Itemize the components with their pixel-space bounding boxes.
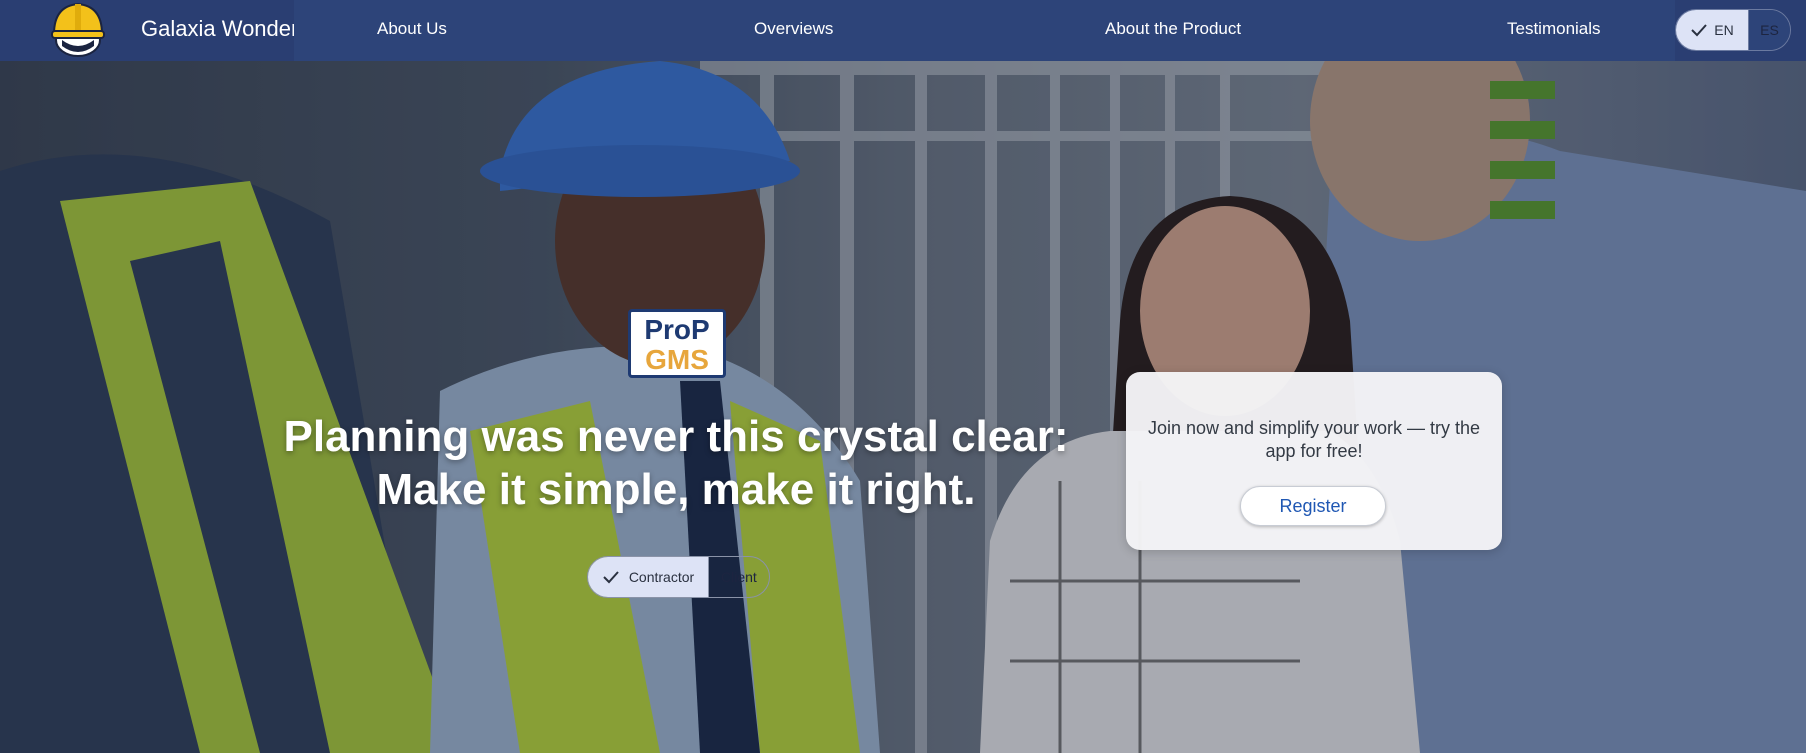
- top-navigation-bar: Galaxia Wonder About Us Overviews About …: [0, 0, 1806, 61]
- nav-link-testimonials[interactable]: Testimonials: [1507, 19, 1601, 39]
- nav-link-overviews[interactable]: Overviews: [754, 19, 833, 39]
- main-nav: About Us Overviews About the Product Tes…: [294, 0, 1675, 61]
- hero-overlay: [0, 61, 1806, 753]
- hero-headline-line1: Planning was never this crystal clear:: [283, 412, 1069, 461]
- hero-headline: Planning was never this crystal clear: M…: [276, 410, 1076, 516]
- language-option-es[interactable]: ES: [1749, 10, 1790, 50]
- role-toggle: Contractor Client: [587, 556, 770, 598]
- role-option-contractor-label: Contractor: [628, 569, 695, 585]
- language-option-es-label: ES: [1760, 22, 1779, 38]
- role-option-client[interactable]: Client: [709, 557, 769, 597]
- product-logo-line1: ProP: [644, 314, 710, 345]
- nav-link-about-the-product[interactable]: About the Product: [1105, 19, 1241, 39]
- product-logo-line2: GMS: [645, 344, 709, 375]
- role-option-contractor[interactable]: Contractor: [588, 557, 709, 597]
- brand[interactable]: Galaxia Wonder: [0, 0, 298, 61]
- signup-card-text: Join now and simplify your work — try th…: [1147, 418, 1481, 461]
- signup-card: Join now and simplify your work — try th…: [1126, 372, 1502, 550]
- check-icon: [1691, 24, 1708, 37]
- language-option-en[interactable]: EN: [1676, 10, 1749, 50]
- nav-link-about-us[interactable]: About Us: [377, 19, 447, 39]
- hard-hat-icon: [51, 2, 105, 57]
- brand-name: Galaxia Wonder: [141, 16, 299, 41]
- hero-headline-line2: Make it simple, make it right.: [376, 465, 976, 514]
- language-option-en-label: EN: [1714, 22, 1734, 38]
- hero-background-photo: [0, 61, 1806, 753]
- register-button[interactable]: Register: [1240, 486, 1386, 526]
- check-icon: [603, 571, 619, 584]
- product-logo: ProP GMS: [628, 309, 726, 378]
- language-toggle: EN ES: [1675, 9, 1791, 51]
- role-option-client-label: Client: [721, 569, 757, 585]
